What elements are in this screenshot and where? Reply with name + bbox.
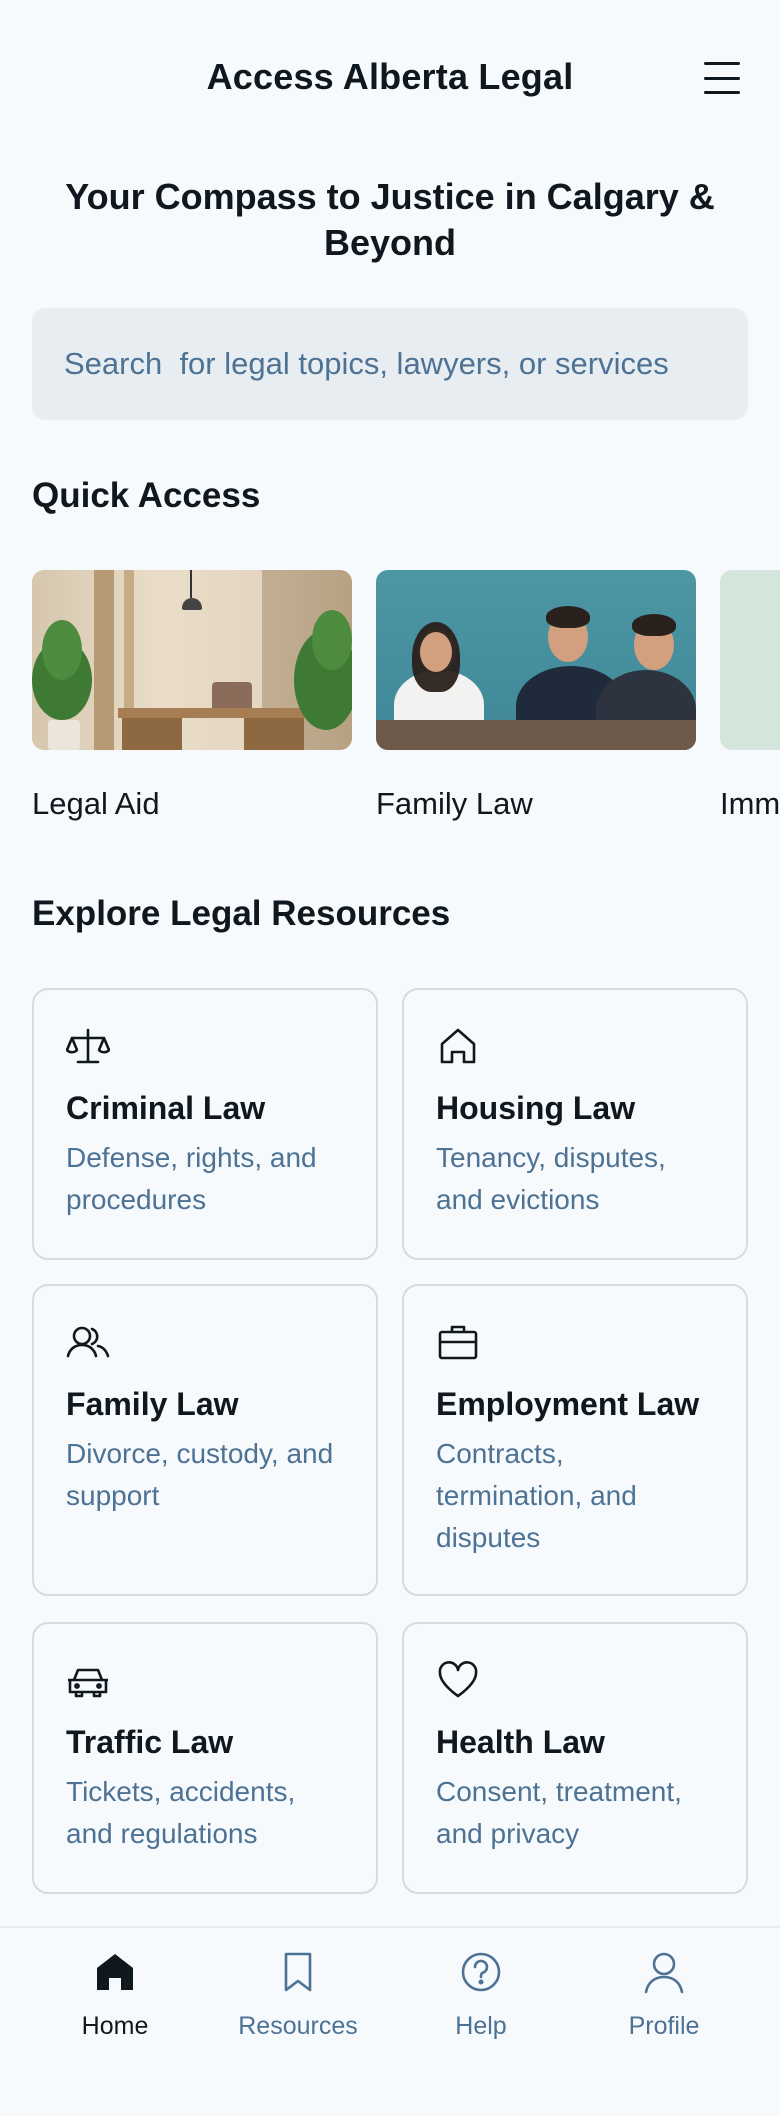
resource-description: Contracts, termination, and disputes xyxy=(436,1438,637,1553)
meeting-image xyxy=(376,570,696,750)
nav-label: Resources xyxy=(238,2012,358,2040)
quick-access-card-legal-aid[interactable]: Legal Aid xyxy=(32,570,352,822)
explore-title: Explore Legal Resources xyxy=(32,894,451,933)
menu-icon[interactable] xyxy=(704,62,744,94)
resource-title: Traffic Law xyxy=(66,1724,234,1760)
resource-description: Tenancy, disputes, and evictions xyxy=(436,1142,666,1215)
resource-card-housing-law[interactable]: Housing Law Tenancy, disputes, and evict… xyxy=(402,988,748,1260)
resource-description: Consent, treatment, and privacy xyxy=(436,1776,682,1849)
search-input[interactable] xyxy=(32,308,748,420)
resource-card-health-law[interactable]: Health Law Consent, treatment, and priva… xyxy=(402,1622,748,1894)
quick-access-label: Family Law xyxy=(376,786,533,821)
heart-icon xyxy=(438,1661,478,1698)
hero-headline: Your Compass to Justice in Calgary & Bey… xyxy=(65,176,715,263)
resource-description: Defense, rights, and procedures xyxy=(66,1142,317,1215)
resource-description: Tickets, accidents, and regulations xyxy=(66,1776,296,1849)
nav-profile[interactable]: Profile xyxy=(584,1950,744,2041)
house-icon xyxy=(440,1028,476,1064)
quick-access-label: Imm xyxy=(720,786,780,821)
nav-label: Home xyxy=(81,2012,149,2040)
resource-title: Family Law xyxy=(66,1386,239,1422)
resource-title: Criminal Law xyxy=(66,1090,266,1126)
bottom-nav: Home Resources Help Profile xyxy=(0,1926,780,2116)
resource-card-criminal-law[interactable]: Criminal Law Defense, rights, and proced… xyxy=(32,988,378,1260)
app-screen: Access Alberta Legal Your Compass to Jus… xyxy=(0,0,780,2116)
resource-title: Health Law xyxy=(436,1724,605,1760)
quick-access-card-family-law[interactable]: Family Law xyxy=(376,570,696,822)
briefcase-icon xyxy=(438,1325,478,1360)
nav-help[interactable]: Help xyxy=(401,1950,561,2041)
bookmark-icon xyxy=(284,1952,312,1992)
help-icon xyxy=(461,1952,501,1992)
resource-description: Divorce, custody, and support xyxy=(66,1438,334,1511)
resource-card-traffic-law[interactable]: Traffic Law Tickets, accidents, and regu… xyxy=(32,1622,378,1894)
top-bar: Access Alberta Legal xyxy=(0,0,780,160)
car-icon xyxy=(68,1668,108,1698)
quick-access-carousel[interactable]: Legal Aid Family Law Imm xyxy=(32,570,780,830)
home-icon xyxy=(97,1954,133,1990)
user-icon xyxy=(644,1952,684,1994)
resource-title: Employment Law xyxy=(436,1386,700,1422)
resource-card-employment-law[interactable]: Employment Law Contracts, termination, a… xyxy=(402,1284,748,1596)
quick-access-card-partial[interactable]: Imm xyxy=(720,570,780,822)
quick-access-label: Legal Aid xyxy=(32,786,160,821)
quick-access-title: Quick Access xyxy=(32,476,261,515)
nav-resources[interactable]: Resources xyxy=(218,1950,378,2041)
resource-title: Housing Law xyxy=(436,1090,636,1126)
nav-label: Help xyxy=(455,2012,507,2040)
nav-home[interactable]: Home xyxy=(35,1950,195,2041)
app-title: Access Alberta Legal xyxy=(206,56,574,97)
nav-label: Profile xyxy=(628,2012,700,2040)
partial-image xyxy=(720,570,780,750)
scales-icon xyxy=(66,1028,110,1064)
resource-card-family-law[interactable]: Family Law Divorce, custody, and support xyxy=(32,1284,378,1596)
users-icon xyxy=(66,1326,110,1358)
office-image xyxy=(32,570,352,750)
